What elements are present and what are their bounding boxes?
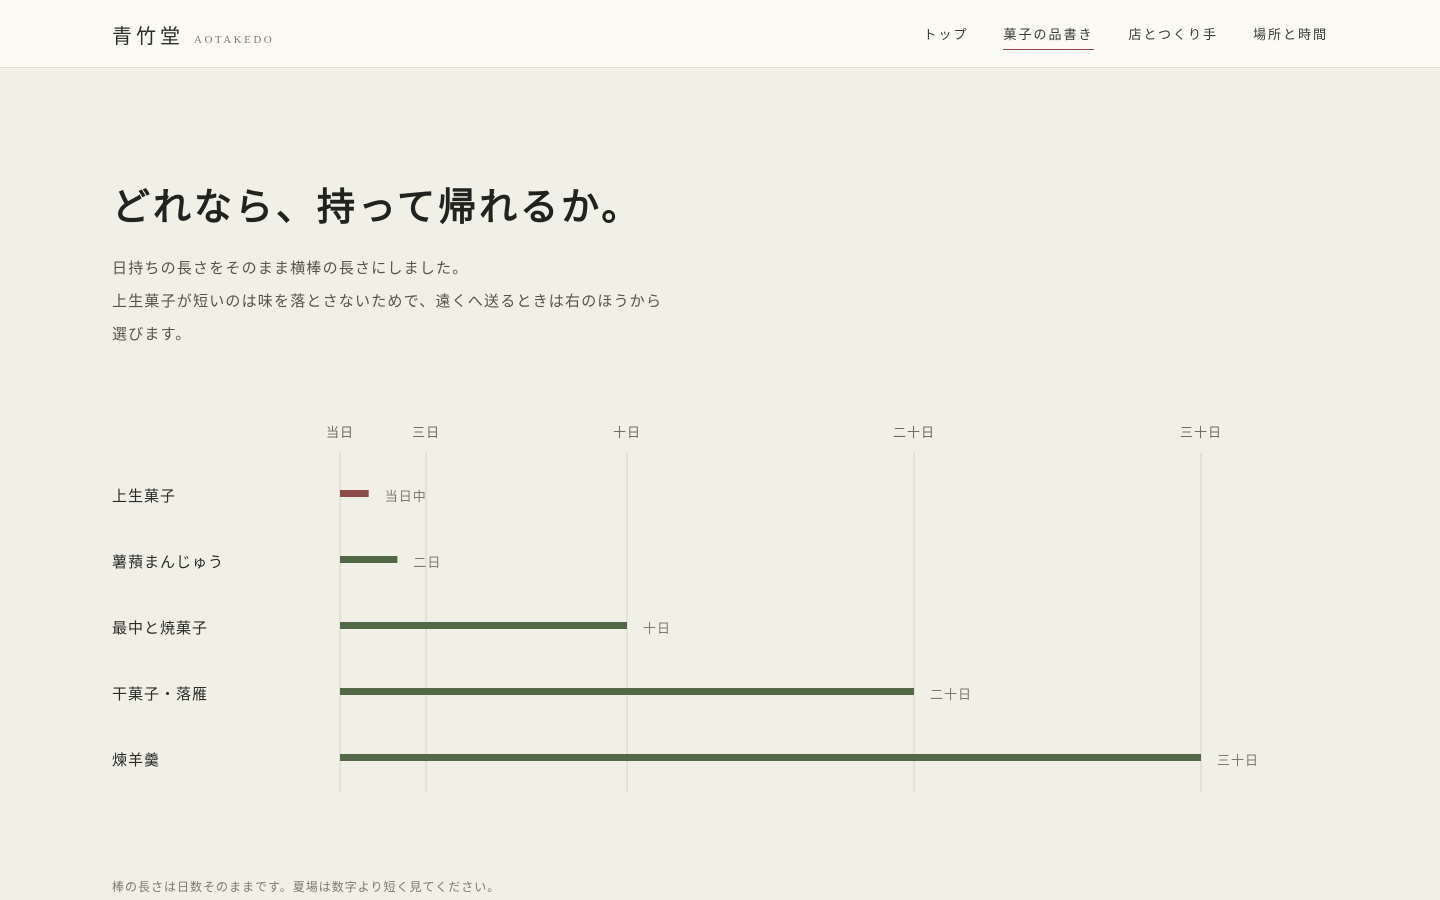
intro-line: 上生菓子が短いのは味を落とさないためで、遠くへ送るときは右のほうから (112, 292, 663, 310)
brand-logo[interactable]: 青竹堂 AOTAKEDO (112, 20, 274, 49)
brand-name-en: AOTAKEDO (194, 34, 275, 46)
bar-value-label: 十日 (643, 622, 671, 637)
bar-value-label: 二日 (413, 556, 441, 571)
brand-name-jp: 青竹堂 (112, 24, 184, 48)
category-label: 煉羊羹 (112, 751, 160, 769)
bar (340, 688, 914, 695)
bar (340, 490, 369, 497)
main-nav: トップ 菓子の品書き 店とつくり手 場所と時間 (923, 24, 1328, 50)
category-label: 干菓子・落雁 (112, 685, 208, 703)
x-tick-label: 二十日 (893, 426, 935, 441)
bar (340, 556, 398, 563)
category-label: 上生菓子 (112, 487, 176, 505)
intro-line: 日持ちの長さをそのまま横棒の長さにしました。 (112, 259, 469, 277)
bar (340, 622, 627, 629)
category-label: 薯蕷まんじゅう (112, 553, 224, 571)
x-tick-label: 当日 (326, 426, 354, 441)
category-label: 最中と焼菓子 (112, 619, 208, 637)
bar-value-label: 三十日 (1217, 754, 1259, 769)
x-tick-label: 三日 (412, 426, 440, 441)
nav-item-shop[interactable]: 店とつくり手 (1129, 24, 1218, 50)
page-title: どれなら、持って帰れるか。 (112, 184, 643, 229)
bar-value-label: 二十日 (930, 688, 972, 703)
bar-value-label: 当日中 (385, 490, 427, 505)
nav-item-menu[interactable]: 菓子の品書き (1003, 24, 1094, 50)
nav-item-access[interactable]: 場所と時間 (1253, 24, 1328, 50)
intro-text: 日持ちの長さをそのまま横棒の長さにしました。 上生菓子が短いのは味を落とさないた… (112, 252, 712, 351)
nav-item-top[interactable]: トップ (923, 24, 968, 50)
intro-line: 選びます。 (112, 325, 192, 343)
chart-footnote: 棒の長さは日数そのままです。夏場は数字より短く見てください。 (112, 880, 501, 894)
x-tick-label: 十日 (613, 426, 641, 441)
bar (340, 754, 1201, 761)
x-tick-label: 三十日 (1180, 426, 1222, 441)
site-header: 青竹堂 AOTAKEDO トップ 菓子の品書き 店とつくり手 場所と時間 (0, 0, 1440, 68)
shelf-life-chart: 当日 三日 十日 二十日 三十日上生菓子 当日中薯蕷まんじゅう 二日最中と焼菓子 十日干菓子・… (112, 426, 1259, 792)
